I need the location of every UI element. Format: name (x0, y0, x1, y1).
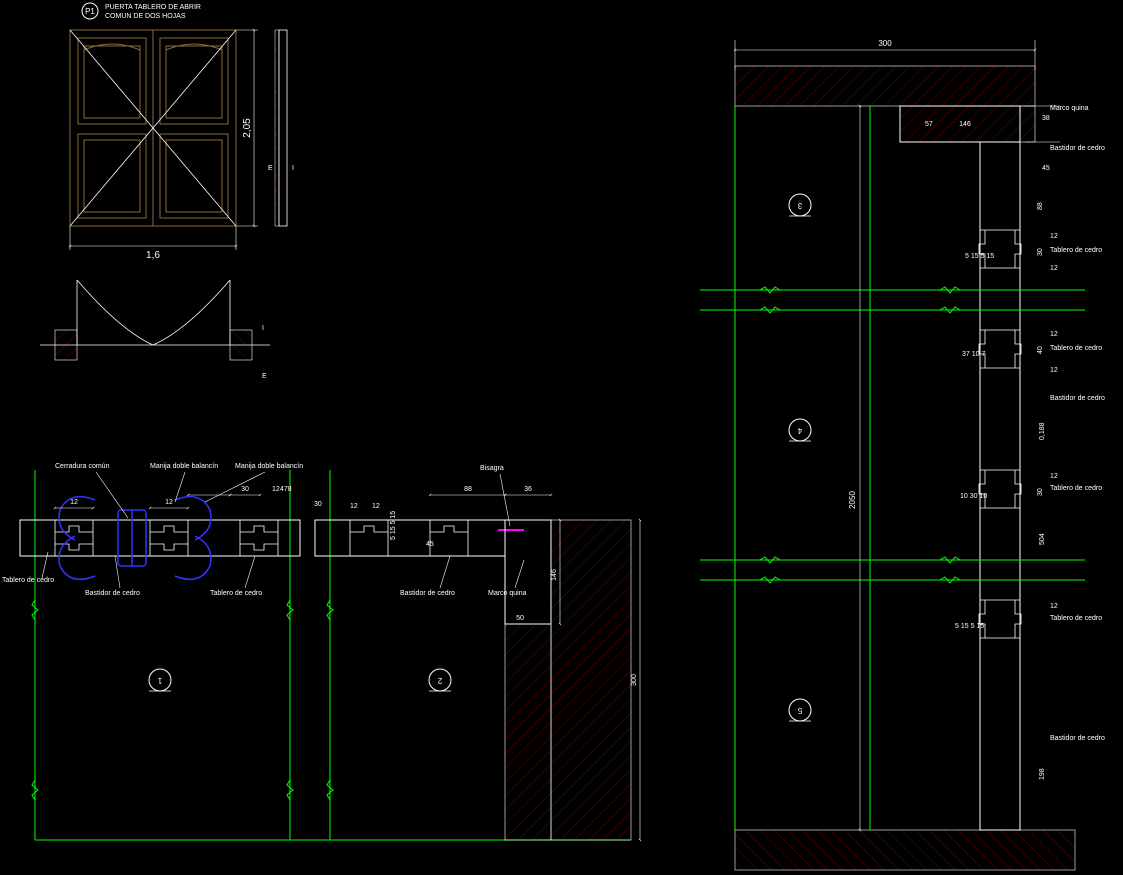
svg-text:12: 12 (70, 499, 78, 506)
svg-text:12: 12 (1050, 331, 1058, 338)
door-elevation: P1 PUERTA TABLERO DE ABRIR COMUN DE DOS … (70, 3, 294, 261)
label-tablero2-d1: Tablero de cedro (210, 590, 262, 597)
elev-height: 2,05 (242, 118, 253, 138)
bubble-5: 5 (797, 706, 802, 715)
label-bastidor-d1: Bastidor de cedro (85, 590, 140, 597)
elev-mark-e: E (268, 165, 273, 172)
label-tablero4-sec: Tablero de cedro (1050, 615, 1102, 622)
title-id: P1 (85, 7, 95, 16)
label-tablero1-sec: Tablero de cedro (1050, 247, 1102, 254)
svg-text:12: 12 (1050, 367, 1058, 374)
svg-text:5 15 5 15: 5 15 5 15 (390, 511, 397, 540)
bubble-1: 1 (157, 676, 162, 685)
svg-text:12: 12 (1050, 265, 1058, 272)
svg-text:88: 88 (1037, 202, 1044, 210)
svg-text:30: 30 (1037, 248, 1044, 256)
svg-text:50: 50 (516, 615, 524, 622)
vertical-section: 300 146 57 2050 38 Marco quina 45 Bastid… (700, 39, 1105, 870)
svg-text:37 10 7: 37 10 7 (962, 351, 985, 358)
svg-text:5 15 5 15: 5 15 5 15 (955, 623, 984, 630)
label-marco-d2: Marco quina (488, 590, 527, 597)
title-line2: COMUN DE DOS HOJAS (105, 13, 186, 20)
svg-text:0,188: 0,188 (1039, 422, 1046, 440)
title-line1: PUERTA TABLERO DE ABRIR (105, 4, 201, 11)
label-tablero-d1: Tablero de cedro (2, 577, 54, 584)
bubble-4: 4 (797, 426, 802, 435)
svg-text:12: 12 (350, 503, 358, 510)
label-bastidor-d2: Bastidor de cedro (400, 590, 455, 597)
svg-text:12: 12 (272, 486, 280, 493)
svg-text:57: 57 (925, 121, 933, 128)
label-manija2: Manija doble balancín (235, 463, 303, 470)
svg-text:12: 12 (372, 503, 380, 510)
svg-text:5 15 5 15: 5 15 5 15 (965, 253, 994, 260)
label-bastidor3-sec: Bastidor de cedro (1050, 735, 1105, 742)
svg-text:30: 30 (241, 486, 249, 493)
svg-text:45: 45 (426, 541, 434, 548)
dim-top-300: 300 (878, 39, 892, 48)
plan-mark-i: I (262, 325, 264, 332)
dim-2050: 2050 (848, 491, 857, 509)
svg-text:12: 12 (1050, 233, 1058, 240)
label-manija1: Manija doble balancín (150, 463, 218, 470)
label-tablero2-sec: Tablero de cedro (1050, 345, 1102, 352)
elev-mark-i: I (292, 165, 294, 172)
svg-text:12: 12 (165, 499, 173, 506)
svg-text:146: 146 (551, 569, 558, 581)
label-bisagra: Bisagra (480, 465, 504, 472)
svg-text:478: 478 (280, 486, 292, 493)
svg-text:300: 300 (631, 674, 638, 686)
label-bastidor2-sec: Bastidor de cedro (1050, 395, 1105, 402)
plan-mark-e: E (262, 373, 267, 380)
label-marco-sec: Marco quina (1050, 105, 1089, 112)
svg-text:40: 40 (1037, 346, 1044, 354)
detail-2: 88 36 12 12 30 5 15 5 15 45 146 50 300 B… (314, 465, 640, 840)
label-tablero3-sec: Tablero de cedro (1050, 485, 1102, 492)
svg-text:12: 12 (1050, 473, 1058, 480)
svg-text:88: 88 (464, 486, 472, 493)
svg-text:36: 36 (524, 486, 532, 493)
elev-width: 1,6 (146, 250, 160, 261)
svg-text:198: 198 (1039, 768, 1046, 780)
svg-text:146: 146 (959, 121, 971, 128)
label-bastidor1-sec: Bastidor de cedro (1050, 145, 1105, 152)
svg-text:45: 45 (1042, 165, 1050, 172)
svg-text:504: 504 (1039, 533, 1046, 545)
door-plan: I E (40, 280, 270, 380)
bubble-2: 2 (437, 676, 442, 685)
svg-text:30: 30 (314, 501, 322, 508)
bubble-3: 3 (797, 201, 802, 210)
label-cerradura: Cerradura común (55, 463, 110, 470)
svg-text:38: 38 (1042, 115, 1050, 122)
svg-text:30: 30 (1037, 488, 1044, 496)
svg-text:12: 12 (1050, 603, 1058, 610)
svg-text:10 30 10: 10 30 10 (960, 493, 987, 500)
